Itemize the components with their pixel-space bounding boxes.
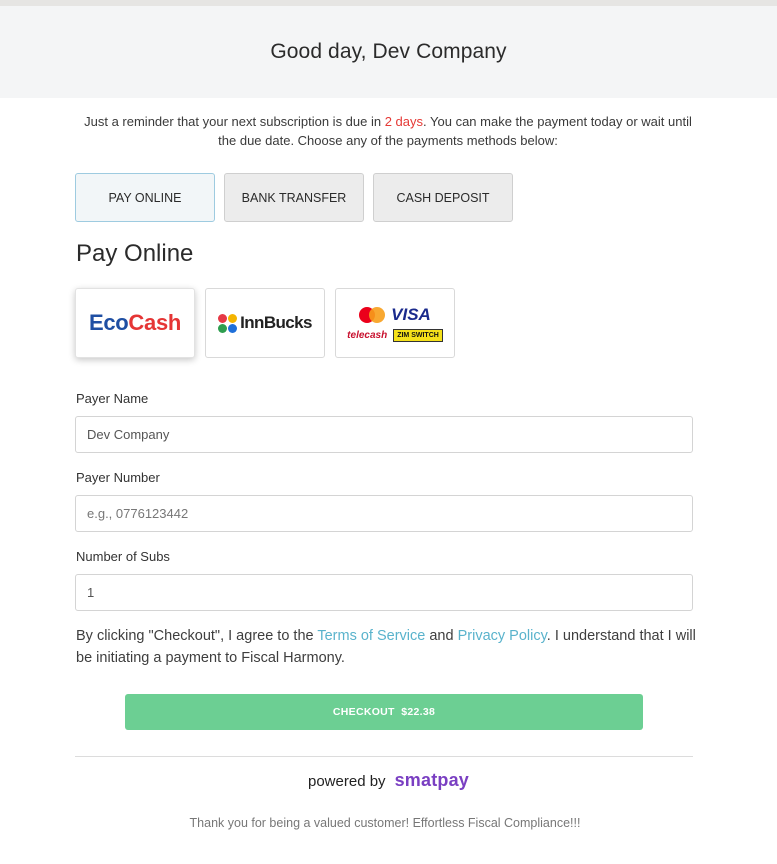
privacy-link[interactable]: Privacy Policy — [458, 628, 547, 644]
reminder-prefix: Just a reminder that your next subscript… — [84, 114, 385, 129]
zimswitch-logo: ZIM SWITCH — [393, 328, 443, 342]
due-days: 2 days — [384, 114, 424, 129]
provider-ecocash[interactable]: EcoCash — [75, 288, 195, 358]
agreement-prefix: By clicking "Checkout", I agree to the — [76, 628, 318, 644]
greeting-title: Good day, Dev Company — [270, 40, 507, 63]
innbucks-dot-red — [218, 313, 228, 323]
payer-name-label: Payer Name — [76, 391, 149, 406]
innbucks-dot-yellow — [228, 313, 238, 323]
card-logos: VISA telecash ZIM SWITCH — [347, 305, 443, 342]
section-title: Pay Online — [76, 240, 194, 267]
divider — [75, 756, 693, 757]
checkout-button[interactable]: CHECKOUT $22.38 — [125, 694, 643, 730]
tab-cash-deposit[interactable]: CASH DEPOSIT — [373, 173, 513, 222]
smatpay-logo: smatpay — [394, 770, 469, 790]
innbucks-dot-blue — [228, 323, 238, 333]
mastercard-icon — [359, 306, 386, 323]
powered-by-label: powered by — [308, 773, 386, 790]
agreement-text: By clicking "Checkout", I agree to the T… — [76, 626, 696, 669]
num-subs-input[interactable] — [75, 574, 693, 611]
innbucks-text: InnBucks — [240, 313, 312, 332]
payer-number-label: Payer Number — [76, 470, 160, 485]
payer-number-input[interactable] — [75, 495, 693, 532]
card-row-top: VISA — [359, 305, 431, 325]
terms-link[interactable]: Terms of Service — [317, 628, 425, 644]
greeting-header: Good day, Dev Company — [0, 6, 777, 98]
innbucks-logo: InnBucks — [218, 313, 312, 333]
provider-innbucks[interactable]: InnBucks — [205, 288, 325, 358]
agreement-and: and — [425, 628, 458, 644]
provider-cards[interactable]: VISA telecash ZIM SWITCH — [335, 288, 455, 358]
innbucks-dot-green — [218, 323, 228, 333]
ecocash-logo: EcoCash — [89, 310, 181, 336]
num-subs-label: Number of Subs — [76, 549, 170, 564]
ecocash-logo-part1: Eco — [88, 310, 129, 335]
powered-by: powered by smatpay — [0, 770, 777, 791]
telecash-logo: telecash — [347, 329, 388, 341]
tab-pay-online[interactable]: PAY ONLINE — [75, 173, 215, 222]
card-row-bottom: telecash ZIM SWITCH — [347, 328, 443, 342]
tab-bank-transfer[interactable]: BANK TRANSFER — [224, 173, 364, 222]
payment-providers: EcoCash InnBucks VISA telecash ZIM SWITC… — [75, 288, 455, 358]
payer-name-input[interactable] — [75, 416, 693, 453]
payment-method-tabs: PAY ONLINE BANK TRANSFER CASH DEPOSIT — [75, 173, 513, 222]
thank-you-text: Thank you for being a valued customer! E… — [189, 816, 581, 830]
innbucks-dots-icon — [218, 313, 238, 333]
mastercard-circle-orange — [369, 306, 386, 323]
ecocash-logo-part2: Cash — [128, 310, 182, 335]
visa-logo: VISA — [391, 304, 431, 324]
reminder-text: Just a reminder that your next subscript… — [76, 113, 700, 150]
